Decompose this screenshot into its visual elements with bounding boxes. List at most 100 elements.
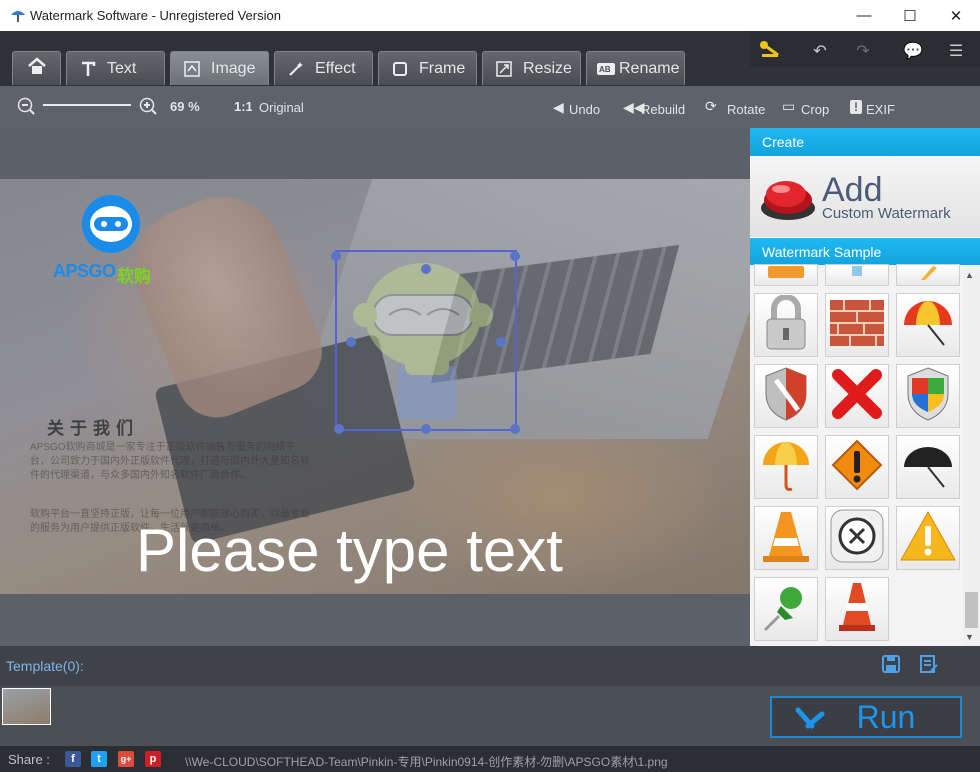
rotate-button[interactable]: Rotate <box>727 102 765 117</box>
tab-text-label: Text <box>107 59 137 77</box>
maximize-button[interactable]: ☐ <box>887 0 933 31</box>
resize-handle-tl[interactable] <box>331 251 341 261</box>
tab-image-label: Image <box>211 59 256 77</box>
tab-rename[interactable]: AB Rename <box>586 51 685 85</box>
scroll-down-icon[interactable]: ▼ <box>965 632 974 642</box>
zoom-out-icon <box>17 97 35 119</box>
minimize-button[interactable]: — <box>841 0 887 31</box>
pinterest-icon[interactable]: p <box>145 751 161 767</box>
magic-wand-icon <box>287 60 305 78</box>
run-button[interactable]: Run <box>770 696 962 738</box>
svg-text:1:1: 1:1 <box>234 99 252 114</box>
run-icon <box>794 704 826 737</box>
register-key-button[interactable] <box>752 36 788 66</box>
tab-home[interactable] <box>12 51 61 85</box>
traffic-cone-icon <box>761 508 811 569</box>
googleplus-icon[interactable]: g+ <box>118 751 134 767</box>
tab-frame-label: Frame <box>419 59 466 77</box>
key-icon <box>758 39 782 64</box>
red-button-icon <box>759 170 817 227</box>
tab-rename-label: Rename <box>619 59 680 77</box>
file-path: \\We-CLOUD\SOFTHEAD-Team\Pinkin-专用\Pinki… <box>185 755 668 769</box>
scrollbar-thumb[interactable] <box>965 592 978 628</box>
image-thumbnail[interactable] <box>2 688 51 725</box>
cone-small-icon <box>835 579 879 640</box>
zoom-in-button[interactable] <box>139 97 157 120</box>
tab-image[interactable]: Image <box>170 51 269 85</box>
apsgo-logo-icon <box>82 195 140 253</box>
undo-button[interactable]: Undo <box>569 102 600 117</box>
maximize-icon: ☐ <box>903 7 917 25</box>
scroll-up-icon[interactable]: ▲ <box>965 270 974 280</box>
facebook-icon[interactable]: f <box>65 751 81 767</box>
resize-handle-left[interactable] <box>346 337 356 347</box>
about-title: 关于我们 <box>47 419 139 438</box>
rotate-handle[interactable] <box>421 264 431 274</box>
tab-effect[interactable]: Effect <box>274 51 373 85</box>
app-icon <box>10 7 26 23</box>
resize-handle-bl[interactable] <box>334 424 344 434</box>
resize-handle-bottom[interactable] <box>421 424 431 434</box>
manage-template-button[interactable] <box>920 655 938 678</box>
frame-icon <box>391 60 409 78</box>
original-button[interactable]: Original <box>259 100 304 115</box>
sample-shield-red[interactable] <box>754 364 818 428</box>
tab-resize[interactable]: Resize <box>482 51 581 85</box>
exif-button[interactable]: EXIF <box>866 102 895 117</box>
list-edit-icon <box>920 655 938 677</box>
create-header: Create <box>750 128 980 156</box>
sample-padlock[interactable] <box>754 293 818 357</box>
resize-handle-br[interactable] <box>510 424 520 434</box>
sample-warning-orange[interactable] <box>825 435 889 499</box>
undo-icon-small: ◀ <box>553 99 564 115</box>
chat-icon: 💬 <box>903 43 923 60</box>
zoom-out-button[interactable] <box>17 97 35 120</box>
menu-icon: ☰ <box>948 43 964 60</box>
watermark-sample-header: Watermark Sample <box>750 238 980 266</box>
feedback-button[interactable]: 💬 <box>895 36 931 66</box>
sample-red-x[interactable] <box>825 364 889 428</box>
original-size-icon: 1:1 <box>234 98 253 119</box>
sample-windows-shield[interactable] <box>896 364 960 428</box>
padlock-icon <box>763 293 809 356</box>
sample-bar[interactable] <box>754 264 818 286</box>
sample-scrollbar[interactable] <box>963 265 980 646</box>
umbrella-black-icon <box>900 437 956 498</box>
sample-pushpin[interactable] <box>754 577 818 641</box>
add-subtitle: Custom Watermark <box>822 205 951 222</box>
bar-icon <box>766 265 806 285</box>
red-x-icon <box>830 367 884 426</box>
watermark-text[interactable]: Please type text <box>136 516 563 585</box>
close-button[interactable]: ✕ <box>933 0 979 31</box>
sample-cone-small[interactable] <box>825 577 889 641</box>
sample-brick-wall[interactable] <box>825 293 889 357</box>
rebuild-button[interactable]: Rebuild <box>641 102 685 117</box>
sample-umbrella-orange[interactable] <box>754 435 818 499</box>
tab-text[interactable]: Text <box>66 51 165 85</box>
umbrella-orange-icon <box>759 437 813 498</box>
exif-icon: ! <box>850 100 862 114</box>
resize-handle-tr[interactable] <box>510 251 520 261</box>
sample-umbrella-black[interactable] <box>896 435 960 499</box>
template-label: Template(0): <box>6 658 84 674</box>
undo-top-button[interactable]: ↶ <box>802 36 838 66</box>
sample-warning-yellow[interactable] <box>896 506 960 570</box>
sample-umbrella-red[interactable] <box>896 293 960 357</box>
resize-handle-right[interactable] <box>496 337 506 347</box>
sample-pencil[interactable] <box>896 264 960 286</box>
sample-traffic-cone[interactable] <box>754 506 818 570</box>
redo-top-button[interactable]: ↷ <box>845 36 881 66</box>
zoom-slider[interactable] <box>43 104 131 106</box>
image-icon <box>183 60 201 78</box>
tab-frame[interactable]: Frame <box>378 51 477 85</box>
window-title: Watermark Software - Unregistered Versio… <box>30 8 281 23</box>
sample-drop[interactable] <box>825 264 889 286</box>
save-template-button[interactable] <box>882 655 900 678</box>
menu-button[interactable]: ☰ <box>938 36 974 66</box>
twitter-icon[interactable]: t <box>91 751 107 767</box>
warning-orange-icon <box>829 437 885 498</box>
crop-button[interactable]: Crop <box>801 102 829 117</box>
selection-box[interactable] <box>335 250 517 431</box>
share-label: Share : <box>8 752 50 767</box>
sample-close-circle[interactable] <box>825 506 889 570</box>
